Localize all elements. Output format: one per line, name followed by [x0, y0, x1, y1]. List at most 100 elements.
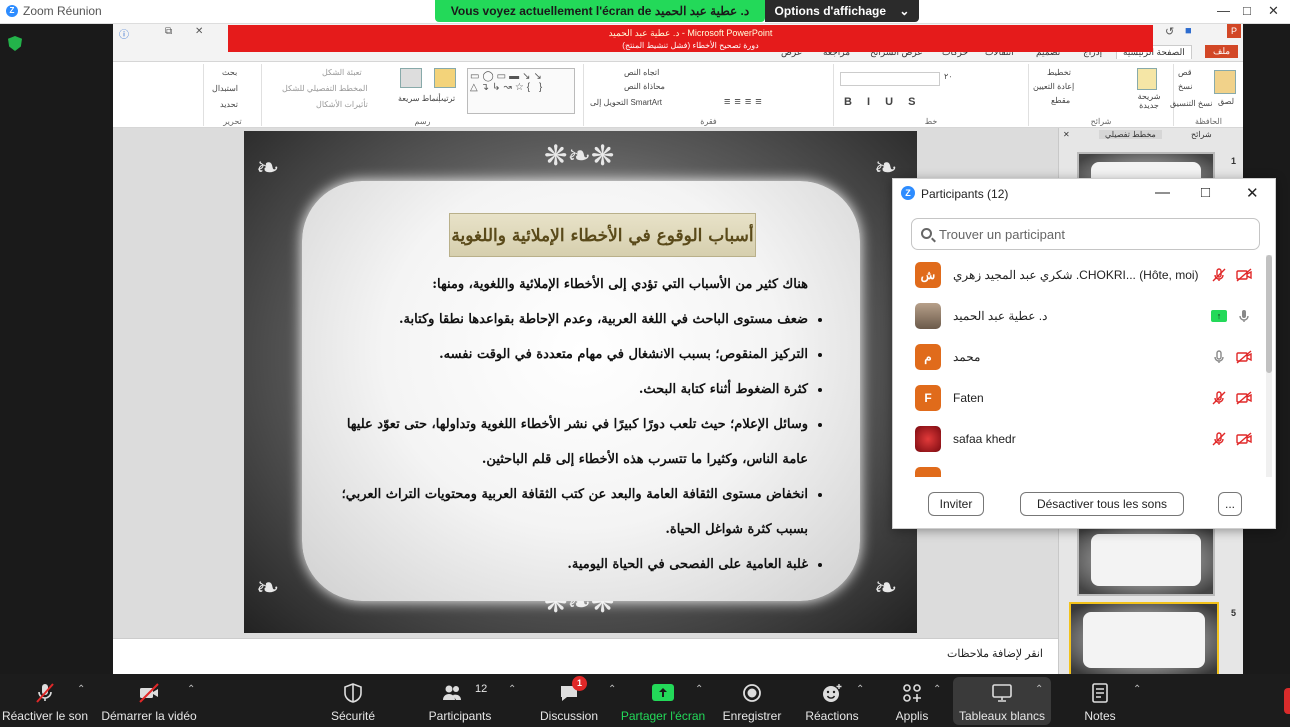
find-button[interactable]: بحث [222, 68, 237, 77]
more-options-button[interactable]: ... [1218, 492, 1242, 516]
close-pane-icon[interactable]: ✕ [1063, 130, 1070, 139]
end-meeting-button-edge[interactable] [1284, 688, 1290, 714]
ornament-corner: ❧ [874, 572, 898, 603]
participants-button[interactable]: 12 Participants [420, 682, 500, 723]
whiteboard-icon [992, 684, 1012, 702]
maximize-icon[interactable]: □ [1201, 184, 1210, 201]
close-icon[interactable]: ✕ [1246, 184, 1259, 202]
notes-pane[interactable]: انقر لإضافة ملاحظات [113, 638, 1058, 674]
minimize-icon[interactable]: — [1217, 3, 1230, 18]
invite-button[interactable]: Inviter [928, 492, 984, 516]
new-slide-icon[interactable] [1137, 68, 1157, 90]
chevron-up-icon[interactable]: ⌃ [856, 684, 864, 695]
notes-button[interactable]: Notes [1076, 682, 1124, 723]
search-icon [921, 228, 932, 239]
minimize-icon[interactable]: — [1155, 184, 1170, 201]
video-off-icon [1236, 350, 1252, 364]
tab-outline[interactable]: مخطط تفصيلي [1099, 130, 1162, 139]
slide-thumbnail-selected[interactable] [1069, 602, 1219, 674]
view-options-label: Options d'affichage [774, 4, 887, 18]
chevron-up-icon[interactable]: ⌃ [187, 684, 195, 695]
view-options-button[interactable]: Options d'affichage ⌄ [765, 0, 919, 22]
chevron-up-icon[interactable]: ⌃ [1133, 684, 1141, 695]
paste-icon[interactable] [1214, 70, 1236, 94]
ppt-close-icon[interactable]: ✕ [195, 26, 203, 37]
participant-row[interactable]: F Faten [893, 378, 1265, 419]
section-button[interactable]: مقطع [1051, 96, 1070, 105]
close-icon[interactable]: ✕ [1268, 3, 1279, 19]
quick-styles-icon[interactable] [400, 68, 422, 88]
share-banner: Vous voyez actuellement l'écran de د. عط… [435, 0, 765, 22]
chevron-up-icon[interactable]: ⌃ [608, 684, 616, 695]
copy-button[interactable]: نسخ [1178, 82, 1193, 91]
restore-icon[interactable]: ⧉ [165, 26, 172, 37]
shape-fill-button[interactable]: تعبئة الشكل [322, 68, 362, 77]
avatar: م [915, 344, 941, 370]
font-name-select[interactable] [840, 72, 940, 86]
shapes-gallery[interactable]: ▭◯▭▬↘↘ △↴↳↝☆{ } [467, 68, 575, 114]
align-text-button[interactable]: محاذاة النص [624, 82, 665, 91]
replace-button[interactable]: استبدال [212, 84, 238, 93]
start-video-button[interactable]: Démarrer la vidéo [100, 682, 198, 723]
tab-slides[interactable]: شرائح [1191, 130, 1212, 139]
participant-row[interactable]: م محمد [893, 337, 1265, 378]
participant-search-input[interactable] [939, 225, 1239, 243]
record-button[interactable]: Enregistrer [718, 682, 786, 723]
text-direction-button[interactable]: اتجاه النص [624, 68, 659, 77]
participant-row[interactable]: safaa khedr [893, 419, 1265, 460]
slide-bullet: كثرة الضغوط أثناء كتابة البحث. [336, 372, 808, 407]
participant-name: شكري عبد المجيد زهري .CHOKRI... (Hôte, m… [953, 268, 1199, 282]
smiley-icon [823, 684, 842, 702]
chevron-up-icon[interactable]: ⌃ [1035, 684, 1043, 695]
format-painter-button[interactable]: نسخ التنسيق [1170, 99, 1212, 108]
align-buttons[interactable]: ≡≡≡≡ [724, 96, 766, 108]
tab-file[interactable]: ملف [1205, 45, 1239, 58]
help-icon[interactable]: ⓘ [119, 26, 129, 41]
select-button[interactable]: تحديد [220, 100, 238, 109]
chat-button[interactable]: 1 Discussion [534, 676, 604, 723]
smartart-button[interactable]: التحويل إلى SmartArt [590, 98, 662, 107]
mute-all-button[interactable]: Désactiver tous les sons [1020, 492, 1184, 516]
new-slide-button[interactable]: شريحة جديدة [1129, 92, 1169, 110]
chevron-up-icon[interactable]: ⌃ [508, 684, 516, 695]
cut-button[interactable]: قص [1178, 68, 1192, 77]
ornament-top: ❋❧❋ [544, 140, 615, 171]
layout-button[interactable]: تخطيط [1047, 68, 1071, 77]
shape-effects-button[interactable]: تأثيرات الأشكال [316, 100, 368, 109]
paste-button[interactable]: لصق [1218, 97, 1234, 106]
chevron-up-icon[interactable]: ⌃ [77, 684, 85, 695]
font-size-select[interactable]: ٢٠ [944, 72, 953, 81]
arrange-icon[interactable] [434, 68, 456, 88]
participant-row[interactable]: ش شكري عبد المجيد زهري .CHOKRI... (Hôte,… [893, 255, 1265, 296]
window-title-text: Zoom Réunion [23, 4, 102, 18]
thumb-panel [1091, 534, 1201, 586]
group-label-drawing: رسم [414, 117, 431, 126]
chevron-up-icon[interactable]: ⌃ [695, 684, 703, 695]
ppt-title: د. عطية عبد الحميد - Microsoft PowerPoin… [228, 25, 1153, 41]
reset-button[interactable]: إعادة التعيين [1033, 82, 1074, 91]
participant-row[interactable]: د. عطية عبد الحميد ↑ [893, 296, 1265, 337]
share-screen-button[interactable]: Partager l'écran [620, 682, 706, 723]
group-font: ٢٠ B I U S خط [833, 64, 1028, 126]
security-button[interactable]: Sécurité [320, 682, 386, 723]
maximize-icon[interactable]: □ [1243, 3, 1251, 18]
group-label-slides: شرائح [1090, 117, 1112, 126]
meeting-toolbar: Réactiver le son ⌃ Démarrer la vidéo ⌃ S… [0, 674, 1290, 727]
participants-title: Participants (12) [921, 187, 1009, 201]
group-slides: شريحة جديدة تخطيط إعادة التعيين مقطع شرا… [1028, 64, 1173, 126]
scrollbar-thumb[interactable] [1266, 255, 1272, 373]
reactions-button[interactable]: Réactions [800, 682, 864, 723]
participant-list-scrollbar[interactable] [1266, 255, 1272, 477]
undo-icon[interactable]: ↺ [1165, 25, 1174, 38]
apps-button[interactable]: Applis [886, 682, 938, 723]
chevron-up-icon[interactable]: ⌃ [933, 684, 941, 695]
participant-row[interactable] [893, 460, 1265, 477]
quick-styles-button[interactable]: أنماط سريعة [398, 94, 441, 103]
video-off-icon [1236, 432, 1252, 446]
shape-outline-button[interactable]: المخطط التفصيلي للشكل [282, 84, 368, 93]
slide-thumbnail[interactable] [1077, 524, 1215, 596]
group-clipboard: لصق قص نسخ نسخ التنسيق الحافظة [1170, 64, 1243, 126]
font-format-buttons[interactable]: B I U S [844, 96, 921, 108]
save-icon[interactable]: ■ [1185, 25, 1192, 37]
ppt-subtitle: دورة تصحيح الأخطاء (فشل تنشيط المنتج) [228, 40, 1153, 52]
